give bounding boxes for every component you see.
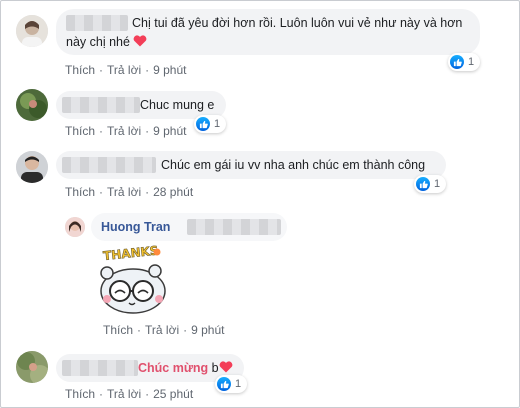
reply-link[interactable]: Trả lời: [107, 185, 141, 199]
comment-bubble: Chúc em gái iu vv nha anh chúc em thành …: [56, 151, 446, 179]
separator: ·: [183, 323, 188, 337]
reply-link[interactable]: Trả lời: [107, 387, 141, 401]
comment-text: Chúc mừng b: [138, 360, 233, 377]
reaction-summary[interactable]: 1: [448, 53, 481, 71]
redacted-name: [66, 15, 128, 31]
like-link[interactable]: Thích: [65, 124, 95, 138]
avatar[interactable]: [16, 351, 48, 383]
reaction-summary[interactable]: 1: [215, 375, 248, 393]
timestamp[interactable]: 28 phút: [153, 185, 193, 199]
timestamp[interactable]: 9 phút: [153, 124, 186, 138]
reaction-count: 1: [468, 56, 475, 68]
sticker-bear-icon: THANKS: [100, 243, 166, 314]
like-icon: [217, 377, 231, 391]
comment-bubble: Chị tui đã yêu đời hơn rồi. Luôn luôn vu…: [56, 9, 480, 55]
reply-avatar[interactable]: [65, 217, 85, 237]
separator: ·: [99, 387, 104, 401]
separator: ·: [145, 387, 150, 401]
avatar-photo-icon: [65, 217, 85, 237]
reaction-summary[interactable]: 1: [414, 175, 447, 193]
comments-panel: Chị tui đã yêu đời hơn rồi. Luôn luôn vu…: [0, 0, 520, 408]
timestamp[interactable]: 25 phút: [153, 387, 193, 401]
reply-actions: Thích · Trả lời · 9 phút: [103, 323, 224, 337]
avatar-photo-icon: [16, 89, 48, 121]
reaction-summary[interactable]: 1: [194, 115, 227, 133]
comment-actions: Thích · Trả lời · 9 phút: [65, 124, 186, 138]
comment-text-part: này chị nhé: [66, 35, 130, 49]
reply-author[interactable]: Huong Tran: [101, 219, 170, 236]
separator: ·: [145, 185, 150, 199]
like-link[interactable]: Thích: [65, 387, 95, 401]
avatar-photo-icon: [16, 151, 48, 183]
reply-link[interactable]: Trả lời: [107, 63, 141, 77]
avatar-photo-icon: [16, 15, 48, 47]
comment-actions: Thích · Trả lời · 25 phút: [65, 387, 193, 401]
thanks-sticker[interactable]: THANKS: [93, 243, 173, 315]
separator: ·: [137, 323, 142, 337]
redacted-name: [62, 360, 138, 376]
sticker-text: THANKS: [102, 243, 159, 263]
reply-link[interactable]: Trả lời: [107, 124, 141, 138]
separator: ·: [145, 124, 150, 138]
like-link[interactable]: Thích: [103, 323, 133, 337]
reaction-count: 1: [214, 118, 221, 130]
comment-actions: Thích · Trả lời · 28 phút: [65, 185, 193, 199]
reaction-count: 1: [235, 378, 242, 390]
reply-bubble: Huong Tran: [91, 213, 287, 241]
timestamp[interactable]: 9 phút: [191, 323, 224, 337]
heart-icon: [219, 361, 233, 375]
avatar[interactable]: [16, 15, 48, 47]
separator: ·: [145, 63, 150, 77]
timestamp[interactable]: 9 phút: [153, 63, 186, 77]
avatar[interactable]: [16, 89, 48, 121]
comment-text-bold: Chúc mừng: [138, 361, 209, 375]
like-link[interactable]: Thích: [65, 185, 95, 199]
separator: ·: [99, 185, 104, 199]
heart-icon: [133, 35, 147, 49]
separator: ·: [99, 63, 104, 77]
like-icon: [196, 117, 210, 131]
comment-text: Chúc em gái iu vv nha anh chúc em thành …: [161, 158, 426, 172]
avatar[interactable]: [16, 151, 48, 183]
like-link[interactable]: Thích: [65, 63, 95, 77]
comment-text-suffix: b: [211, 361, 219, 375]
like-icon: [450, 55, 464, 69]
comment-text: Chị tui đã yêu đời hơn rồi. Luôn luôn vu…: [132, 16, 463, 30]
comment-text-line2: này chị nhé: [66, 34, 147, 51]
like-icon: [416, 177, 430, 191]
separator: ·: [99, 124, 104, 138]
comment-actions: Thích · Trả lời · 9 phút: [65, 63, 186, 77]
reply-link[interactable]: Trả lời: [145, 323, 179, 337]
redacted-name: [62, 97, 140, 113]
avatar-photo-icon: [16, 351, 48, 383]
reaction-count: 1: [434, 178, 441, 190]
redacted-text: [187, 219, 281, 235]
comment-text: Chuc mung e: [140, 98, 215, 112]
redacted-name: [62, 157, 156, 173]
